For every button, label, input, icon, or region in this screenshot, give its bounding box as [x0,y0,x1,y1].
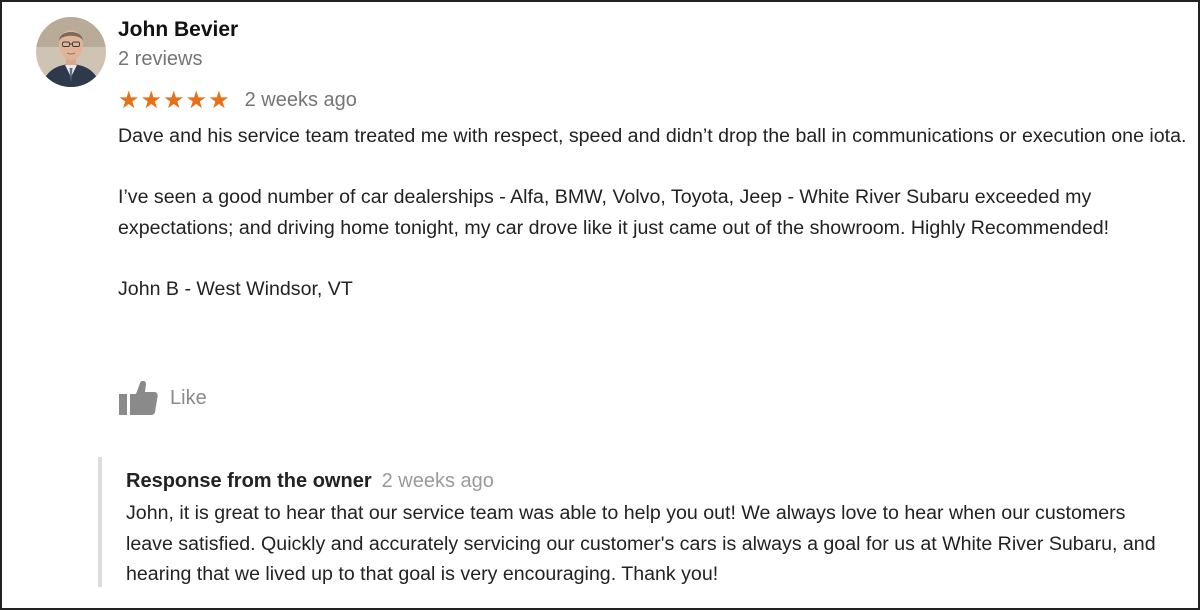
owner-response-text: John, it is great to hear that our servi… [126,502,1156,585]
rating-row: ★ ★ ★ ★ ★ 2 weeks ago [118,86,357,114]
review-paragraph: Dave and his service team treated me wit… [118,125,1187,147]
owner-response-title: Response from the owner [126,469,372,492]
review-body: Dave and his service team treated me wit… [118,121,1188,304]
star-icon: ★ [163,86,185,114]
review-count[interactable]: 2 reviews [118,47,202,71]
star-icon: ★ [140,86,163,114]
review-date: 2 weeks ago [244,89,357,111]
avatar[interactable] [36,17,106,87]
review-signature: John B - West Windsor, VT [118,277,353,300]
owner-response: Response from the owner 2 weeks ago John… [98,457,1178,587]
star-rating: ★ ★ ★ ★ ★ [118,88,231,112]
like-label: Like [170,387,207,409]
star-icon: ★ [208,86,230,114]
reviewer-photo [36,17,106,87]
review-card: John Bevier 2 reviews ★ ★ ★ ★ ★ 2 weeks ago … [0,0,1200,610]
review-paragraph: I’ve seen a good number of car dealershi… [118,186,1110,239]
reviewer-name[interactable]: John Bevier [118,17,238,43]
thumbs-up-icon [119,380,158,415]
owner-response-header: Response from the owner 2 weeks ago [126,467,1178,495]
star-icon: ★ [118,86,140,114]
star-icon: ★ [185,86,208,114]
owner-response-date: 2 weeks ago [381,469,494,492]
like-button[interactable]: Like [118,378,207,418]
